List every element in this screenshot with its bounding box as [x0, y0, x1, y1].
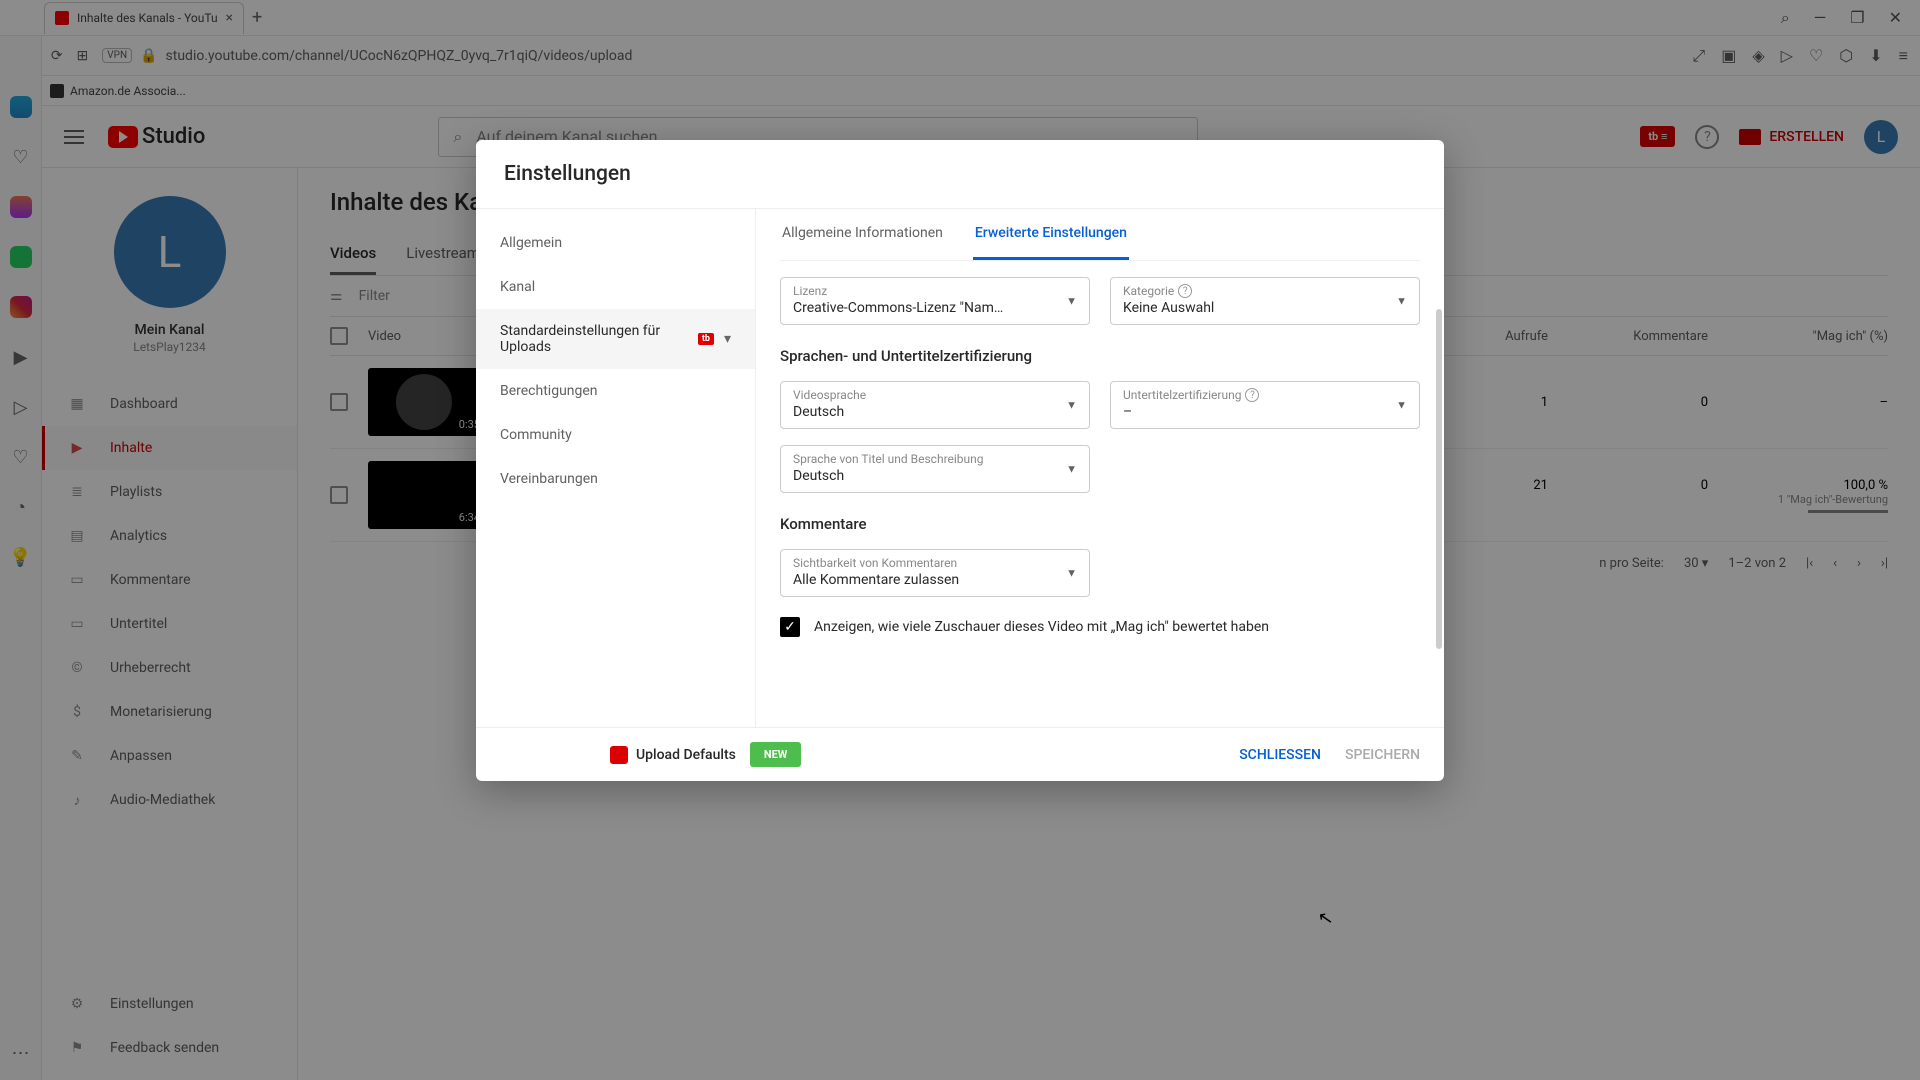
- title-language-select[interactable]: Sprache von Titel und Beschreibung Deuts…: [780, 445, 1090, 493]
- modal-nav-general[interactable]: Allgemein: [476, 221, 755, 265]
- field-label: Untertitelzertifizierung ?: [1123, 388, 1407, 402]
- field-label: Kategorie ?: [1123, 284, 1407, 298]
- modal-nav-agreements[interactable]: Vereinbarungen: [476, 457, 755, 501]
- save-button[interactable]: SPEICHERN: [1345, 747, 1420, 763]
- help-icon[interactable]: ?: [1245, 388, 1259, 402]
- chevron-down-icon: ▼: [1396, 295, 1407, 308]
- chevron-down-icon: ▼: [1066, 567, 1077, 580]
- field-value: –: [1123, 404, 1407, 420]
- video-language-select[interactable]: Videosprache Deutsch ▼: [780, 381, 1090, 429]
- license-select[interactable]: Lizenz Creative-Commons-Lizenz "Nam… ▼: [780, 277, 1090, 325]
- upload-defaults-label: Upload Defaults: [636, 747, 736, 763]
- field-label: Sprache von Titel und Beschreibung: [793, 452, 1077, 466]
- modal-content: Allgemeine Informationen Erweiterte Eins…: [756, 209, 1444, 727]
- section-comments: Kommentare: [780, 515, 1420, 533]
- scrollbar[interactable]: [1436, 309, 1442, 649]
- modal-sidebar: Allgemein Kanal Standardeinstellungen fü…: [476, 209, 756, 727]
- new-badge: NEW: [750, 742, 802, 767]
- field-label: Videosprache: [793, 388, 1077, 402]
- modal-nav-label: Standardeinstellungen für Uploads: [500, 323, 688, 355]
- help-icon[interactable]: ?: [1178, 284, 1192, 298]
- modal-tabs: Allgemeine Informationen Erweiterte Eins…: [780, 209, 1420, 261]
- checkbox-checked-icon[interactable]: ✓: [780, 617, 800, 637]
- tubebuddy-icon: [610, 746, 628, 764]
- show-likes-checkbox-row[interactable]: ✓ Anzeigen, wie viele Zuschauer dieses V…: [780, 617, 1420, 637]
- modal-footer: Upload Defaults NEW SCHLIESSEN SPEICHERN: [476, 728, 1444, 781]
- field-label: Lizenz: [793, 284, 1077, 298]
- tab-advanced-settings[interactable]: Erweiterte Einstellungen: [973, 209, 1129, 260]
- chevron-down-icon: ▾: [724, 331, 731, 347]
- field-label: Sichtbarkeit von Kommentaren: [793, 556, 1077, 570]
- upload-defaults-link[interactable]: Upload Defaults: [610, 746, 736, 764]
- chevron-down-icon: ▼: [1066, 399, 1077, 412]
- modal-nav-permissions[interactable]: Berechtigungen: [476, 369, 755, 413]
- modal-nav-upload-defaults[interactable]: Standardeinstellungen für Uploads tb ▾: [476, 309, 755, 369]
- field-value: Alle Kommentare zulassen: [793, 572, 1077, 588]
- modal-nav-channel[interactable]: Kanal: [476, 265, 755, 309]
- chevron-down-icon: ▼: [1396, 399, 1407, 412]
- chevron-down-icon: ▼: [1066, 295, 1077, 308]
- section-languages: Sprachen- und Untertitelzertifizierung: [780, 347, 1420, 365]
- category-select[interactable]: Kategorie ? Keine Auswahl ▼: [1110, 277, 1420, 325]
- chevron-down-icon: ▼: [1066, 463, 1077, 476]
- caption-cert-select[interactable]: Untertitelzertifizierung ? – ▼: [1110, 381, 1420, 429]
- field-value: Deutsch: [793, 468, 1077, 484]
- modal-title: Einstellungen: [476, 140, 1444, 208]
- modal-nav-community[interactable]: Community: [476, 413, 755, 457]
- close-button[interactable]: SCHLIESSEN: [1239, 747, 1321, 763]
- modal-overlay: Einstellungen Allgemein Kanal Standardei…: [0, 0, 1920, 1080]
- tubebuddy-small-icon: tb: [698, 333, 714, 345]
- field-value: Creative-Commons-Lizenz "Nam…: [793, 300, 1077, 316]
- settings-modal: Einstellungen Allgemein Kanal Standardei…: [476, 140, 1444, 781]
- tab-basic-info[interactable]: Allgemeine Informationen: [780, 209, 945, 260]
- field-value: Deutsch: [793, 404, 1077, 420]
- checkbox-label: Anzeigen, wie viele Zuschauer dieses Vid…: [814, 619, 1269, 635]
- comment-visibility-select[interactable]: Sichtbarkeit von Kommentaren Alle Kommen…: [780, 549, 1090, 597]
- field-value: Keine Auswahl: [1123, 300, 1407, 316]
